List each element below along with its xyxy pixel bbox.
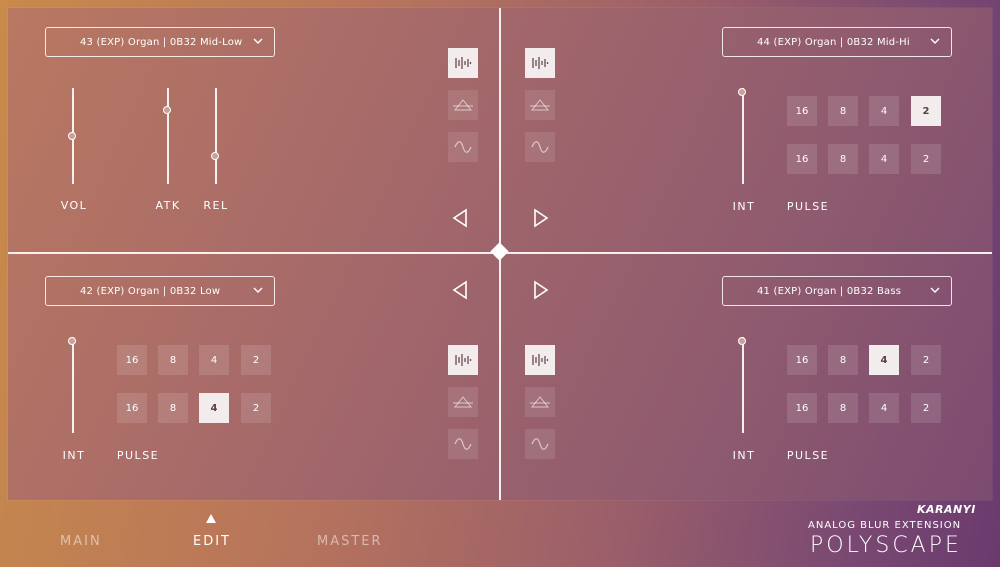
waveform-icon	[455, 57, 472, 69]
chevron-down-icon	[930, 38, 940, 44]
slider-knob[interactable]	[738, 337, 746, 345]
triangle-right-icon[interactable]	[531, 207, 551, 229]
pulse-button-r2[interactable]: 8	[158, 393, 188, 423]
int-label: INT	[62, 449, 86, 462]
triangle-left-icon[interactable]	[450, 279, 470, 301]
vol-label: VOL	[60, 199, 88, 212]
pulse-button-r2[interactable]: 8	[828, 144, 858, 174]
slider-track	[742, 88, 744, 184]
tab-main[interactable]: MAIN	[60, 534, 102, 549]
pulse-button-r1[interactable]: 16	[787, 96, 817, 126]
pulse-label: PULSE	[786, 200, 830, 213]
pulse-button-r2[interactable]: 2	[241, 393, 271, 423]
tab-master[interactable]: MASTER	[317, 534, 383, 549]
caret-up-icon	[206, 514, 216, 523]
pulse-button-r2[interactable]: 16	[787, 393, 817, 423]
pulse-button-r1[interactable]: 2	[241, 345, 271, 375]
slider-knob[interactable]	[68, 132, 76, 140]
prism-icon	[453, 396, 473, 408]
pulse-button-r2[interactable]: 2	[911, 393, 941, 423]
preset-label: 41 (EXP) Organ | 0B32 Bass	[757, 285, 902, 297]
pulse-button-r2[interactable]: 16	[117, 393, 147, 423]
preset-label: 44 (EXP) Organ | 0B32 Mid-Hi	[757, 36, 910, 48]
prism-button[interactable]	[448, 387, 478, 417]
app-window: 43 (EXP) Organ | 0B32 Mid-Low VOL ATK RE…	[0, 0, 1000, 567]
slider-knob[interactable]	[738, 88, 746, 96]
atk-label: ATK	[155, 199, 181, 212]
pulse-button-r1-selected[interactable]: 2	[911, 96, 941, 126]
slider-track	[742, 337, 744, 433]
preset-dropdown-bottom-left[interactable]: 42 (EXP) Organ | 0B32 Low	[45, 276, 275, 306]
waveform-icon	[532, 354, 549, 366]
vol-slider[interactable]	[68, 88, 78, 184]
sine-wave-icon	[454, 141, 472, 153]
rel-slider[interactable]	[211, 88, 221, 184]
triangle-left-icon[interactable]	[450, 207, 470, 229]
waveform-button[interactable]	[525, 48, 555, 78]
tab-edit[interactable]: EDIT	[193, 534, 231, 549]
slider-track	[215, 88, 217, 184]
pulse-button-r1[interactable]: 16	[117, 345, 147, 375]
int-label: INT	[732, 200, 756, 213]
preset-label: 42 (EXP) Organ | 0B32 Low	[80, 285, 221, 297]
slider-knob[interactable]	[211, 152, 219, 160]
prism-icon	[453, 99, 473, 111]
prism-icon	[530, 396, 550, 408]
pulse-button-r2-selected[interactable]: 4	[199, 393, 229, 423]
int-slider[interactable]	[738, 88, 748, 184]
slider-knob[interactable]	[163, 106, 171, 114]
pulse-button-r1[interactable]: 8	[828, 345, 858, 375]
pulse-button-r1[interactable]: 4	[199, 345, 229, 375]
slider-track	[72, 337, 74, 433]
waveform-icon	[532, 57, 549, 69]
pulse-button-r1[interactable]: 8	[158, 345, 188, 375]
int-slider[interactable]	[68, 337, 78, 433]
chevron-down-icon	[253, 38, 263, 44]
preset-dropdown-top-right[interactable]: 44 (EXP) Organ | 0B32 Mid-Hi	[722, 27, 952, 57]
pulse-button-r2[interactable]: 16	[787, 144, 817, 174]
chevron-down-icon	[930, 287, 940, 293]
slider-track	[167, 88, 169, 184]
triangle-right-icon[interactable]	[531, 279, 551, 301]
slider-knob[interactable]	[68, 337, 76, 345]
pulse-button-r1[interactable]: 8	[828, 96, 858, 126]
sine-button[interactable]	[525, 429, 555, 459]
preset-dropdown-bottom-right[interactable]: 41 (EXP) Organ | 0B32 Bass	[722, 276, 952, 306]
pulse-label: PULSE	[786, 449, 830, 462]
sine-button[interactable]	[448, 132, 478, 162]
sine-wave-icon	[531, 438, 549, 450]
prism-button[interactable]	[525, 90, 555, 120]
chevron-down-icon	[253, 287, 263, 293]
prism-button[interactable]	[448, 90, 478, 120]
prism-icon	[530, 99, 550, 111]
sine-button[interactable]	[525, 132, 555, 162]
karanyi-logo: KARANYI	[917, 503, 976, 516]
sine-wave-icon	[454, 438, 472, 450]
sine-wave-icon	[531, 141, 549, 153]
waveform-button[interactable]	[448, 48, 478, 78]
brand-title: POLYSCAPE	[810, 533, 962, 558]
pulse-button-r1[interactable]: 4	[869, 96, 899, 126]
waveform-button[interactable]	[525, 345, 555, 375]
int-label: INT	[732, 449, 756, 462]
pulse-button-r1-selected[interactable]: 4	[869, 345, 899, 375]
pulse-button-r2[interactable]: 2	[911, 144, 941, 174]
waveform-icon	[455, 354, 472, 366]
pulse-button-r1[interactable]: 2	[911, 345, 941, 375]
rel-label: REL	[203, 199, 229, 212]
prism-button[interactable]	[525, 387, 555, 417]
pulse-button-r1[interactable]: 16	[787, 345, 817, 375]
sine-button[interactable]	[448, 429, 478, 459]
pulse-label: PULSE	[116, 449, 160, 462]
waveform-button[interactable]	[448, 345, 478, 375]
preset-label: 43 (EXP) Organ | 0B32 Mid-Low	[80, 36, 243, 48]
atk-slider[interactable]	[163, 88, 173, 184]
pulse-button-r2[interactable]: 8	[828, 393, 858, 423]
pulse-button-r2[interactable]: 4	[869, 144, 899, 174]
brand-subtitle: ANALOG BLUR EXTENSION	[808, 520, 962, 531]
pulse-button-r2[interactable]: 4	[869, 393, 899, 423]
int-slider[interactable]	[738, 337, 748, 433]
preset-dropdown-top-left[interactable]: 43 (EXP) Organ | 0B32 Mid-Low	[45, 27, 275, 57]
